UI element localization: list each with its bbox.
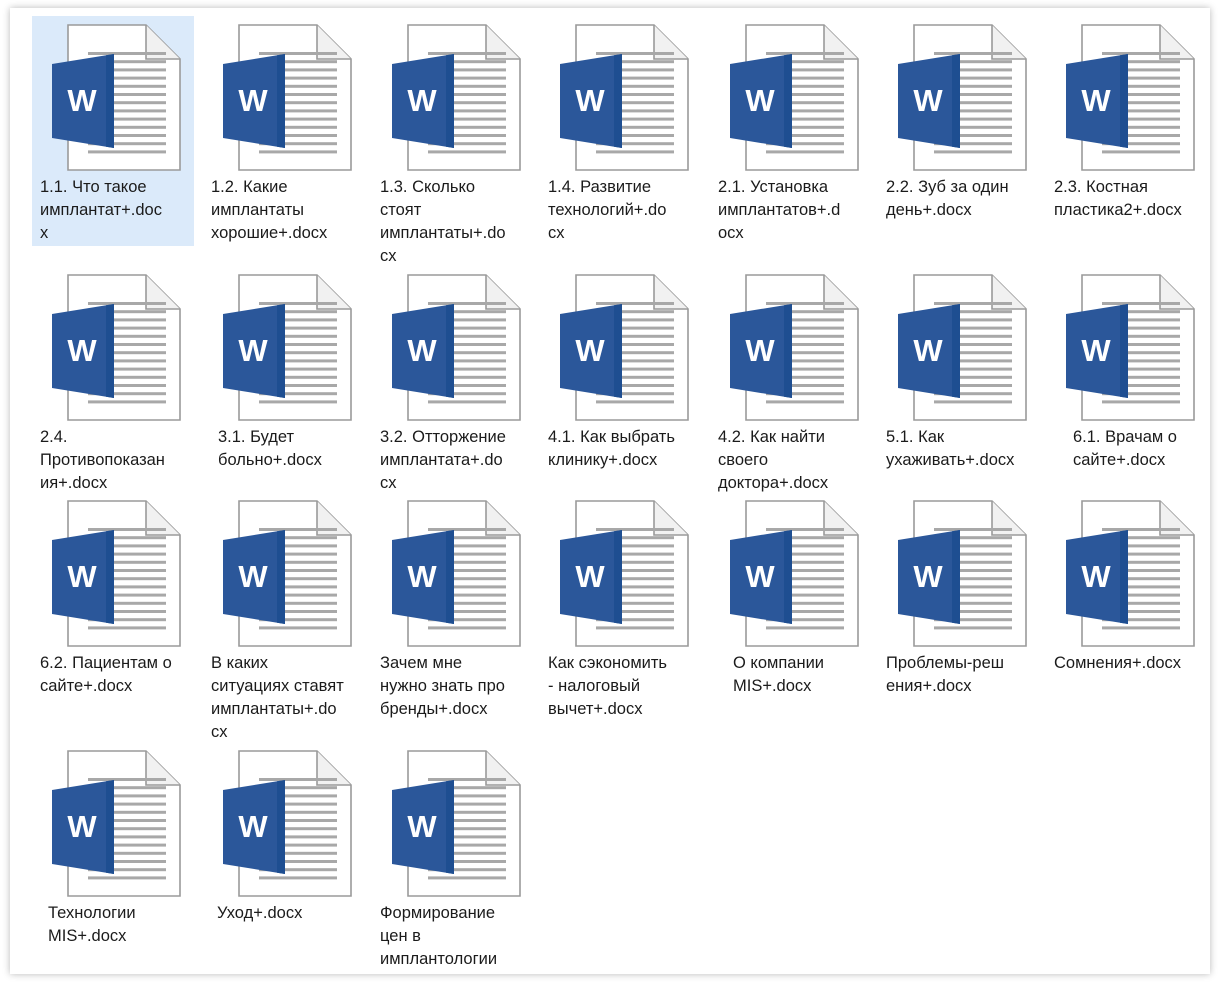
- svg-text:W: W: [1081, 559, 1111, 594]
- file-item[interactable]: W 5.1. Как ухаживать+.docx: [878, 266, 1040, 496]
- file-name-label: 5.1. Как ухаживать+.docx: [886, 428, 1015, 469]
- word-document-icon: W: [42, 274, 182, 422]
- file-name-label: Уход+.docx: [217, 904, 303, 922]
- file-item[interactable]: W 1.2. Какие имплантаты хорошие+.docx: [203, 16, 365, 246]
- svg-text:W: W: [575, 559, 605, 594]
- file-name-label: О компании MIS+.docx: [733, 654, 824, 695]
- file-item[interactable]: W 2.1. Установка имплантатов+.d ocx: [710, 16, 872, 246]
- file-name-label: 2.3. Костная пластика2+.docx: [1054, 178, 1182, 219]
- file-name-label: 2.1. Установка имплантатов+.d ocx: [718, 178, 841, 242]
- word-document-icon: W: [720, 500, 860, 648]
- file-item[interactable]: W 4.2. Как найти своего доктора+.docx: [710, 266, 872, 496]
- svg-text:W: W: [913, 559, 943, 594]
- svg-text:W: W: [407, 809, 437, 844]
- file-item[interactable]: W 6.1. Врачам о сайте+.docx: [1046, 266, 1208, 496]
- svg-text:W: W: [407, 83, 437, 118]
- file-name-label: 3.2. Отторжение имплантата+.do cx: [380, 428, 506, 492]
- file-item[interactable]: W Уход+.docx: [203, 742, 365, 972]
- svg-text:W: W: [745, 333, 775, 368]
- file-item[interactable]: W Зачем мне нужно знать про бренды+.docx: [372, 492, 534, 722]
- word-document-icon: W: [382, 274, 522, 422]
- word-document-icon: W: [213, 274, 353, 422]
- file-name-label: 1.3. Сколько стоят имплантаты+.do cx: [380, 178, 506, 265]
- word-document-icon: W: [213, 750, 353, 898]
- file-name-label: 4.1. Как выбрать клинику+.docx: [548, 428, 675, 469]
- file-item[interactable]: W Технологии MIS+.docx: [32, 742, 194, 972]
- word-document-icon: W: [888, 500, 1028, 648]
- file-item[interactable]: W 1.4. Развитие технологий+.do cx: [540, 16, 702, 246]
- file-item[interactable]: W 1.3. Сколько стоят имплантаты+.do cx: [372, 16, 534, 265]
- file-explorer-view: W 1.1. Что такое имплантат+.doc x W 1.2.…: [10, 8, 1210, 974]
- word-document-icon: W: [888, 24, 1028, 172]
- svg-text:W: W: [913, 83, 943, 118]
- word-document-icon: W: [42, 500, 182, 648]
- file-item[interactable]: W Сомнения+.docx: [1046, 492, 1208, 722]
- word-document-icon: W: [42, 750, 182, 898]
- word-document-icon: W: [213, 500, 353, 648]
- file-name-label: Технологии MIS+.docx: [48, 904, 136, 945]
- word-document-icon: W: [382, 500, 522, 648]
- word-document-icon: W: [42, 24, 182, 172]
- file-item[interactable]: W 2.3. Костная пластика2+.docx: [1046, 16, 1208, 246]
- file-item[interactable]: W Как сэкономить - налоговый вычет+.docx: [540, 492, 702, 722]
- file-name-label: 3.1. Будет больно+.docx: [218, 428, 322, 469]
- file-item[interactable]: W 2.4. Противопоказан ия+.docx: [32, 266, 194, 496]
- file-name-label: 1.4. Развитие технологий+.do cx: [548, 178, 667, 242]
- word-document-icon: W: [382, 750, 522, 898]
- svg-text:W: W: [407, 559, 437, 594]
- svg-text:W: W: [238, 559, 268, 594]
- word-document-icon: W: [550, 274, 690, 422]
- svg-text:W: W: [67, 809, 97, 844]
- file-name-label: В каких ситуациях ставят имплантаты+.do …: [211, 654, 344, 741]
- svg-text:W: W: [67, 83, 97, 118]
- svg-text:W: W: [67, 559, 97, 594]
- svg-text:W: W: [575, 333, 605, 368]
- word-document-icon: W: [720, 274, 860, 422]
- file-item[interactable]: W 3.2. Отторжение имплантата+.do cx: [372, 266, 534, 496]
- svg-text:W: W: [407, 333, 437, 368]
- file-item[interactable]: W В каких ситуациях ставят имплантаты+.d…: [203, 492, 365, 741]
- file-name-label: 1.2. Какие имплантаты хорошие+.docx: [211, 178, 328, 242]
- svg-text:W: W: [1081, 333, 1111, 368]
- word-document-icon: W: [1056, 274, 1196, 422]
- svg-text:W: W: [745, 559, 775, 594]
- svg-text:W: W: [1081, 83, 1111, 118]
- file-name-label: Проблемы-реш ения+.docx: [886, 654, 1005, 695]
- file-name-label: 4.2. Как найти своего доктора+.docx: [718, 428, 829, 492]
- word-document-icon: W: [1056, 500, 1196, 648]
- svg-text:W: W: [238, 333, 268, 368]
- file-name-label: Формирование цен в имплантологии: [380, 904, 498, 968]
- file-item[interactable]: W 1.1. Что такое имплантат+.doc x: [32, 16, 194, 246]
- svg-text:W: W: [238, 809, 268, 844]
- file-item[interactable]: W 2.2. Зуб за один день+.docx: [878, 16, 1040, 246]
- file-name-label: 2.2. Зуб за один день+.docx: [886, 178, 1009, 219]
- file-name-label: Зачем мне нужно знать про бренды+.docx: [380, 654, 505, 718]
- word-document-icon: W: [888, 274, 1028, 422]
- svg-text:W: W: [67, 333, 97, 368]
- file-item[interactable]: W 6.2. Пациентам о сайте+.docx: [32, 492, 194, 722]
- file-name-label: Сомнения+.docx: [1054, 654, 1182, 672]
- word-document-icon: W: [382, 24, 522, 172]
- word-document-icon: W: [720, 24, 860, 172]
- svg-text:W: W: [575, 83, 605, 118]
- word-document-icon: W: [1056, 24, 1196, 172]
- file-name-label: Как сэкономить - налоговый вычет+.docx: [548, 654, 668, 718]
- svg-text:W: W: [745, 83, 775, 118]
- file-name-label: 6.1. Врачам о сайте+.docx: [1073, 428, 1177, 469]
- file-item[interactable]: W О компании MIS+.docx: [710, 492, 872, 722]
- file-name-label: 6.2. Пациентам о сайте+.docx: [40, 654, 172, 695]
- file-item[interactable]: W Проблемы-реш ения+.docx: [878, 492, 1040, 722]
- word-document-icon: W: [550, 500, 690, 648]
- file-item[interactable]: W 3.1. Будет больно+.docx: [203, 266, 365, 496]
- file-item[interactable]: W 4.1. Как выбрать клинику+.docx: [540, 266, 702, 496]
- word-document-icon: W: [213, 24, 353, 172]
- file-name-label: 2.4. Противопоказан ия+.docx: [40, 428, 165, 492]
- svg-text:W: W: [913, 333, 943, 368]
- file-name-label: 1.1. Что такое имплантат+.doc x: [40, 178, 162, 242]
- file-item[interactable]: W Формирование цен в имплантологии: [372, 742, 534, 972]
- svg-text:W: W: [238, 83, 268, 118]
- word-document-icon: W: [550, 24, 690, 172]
